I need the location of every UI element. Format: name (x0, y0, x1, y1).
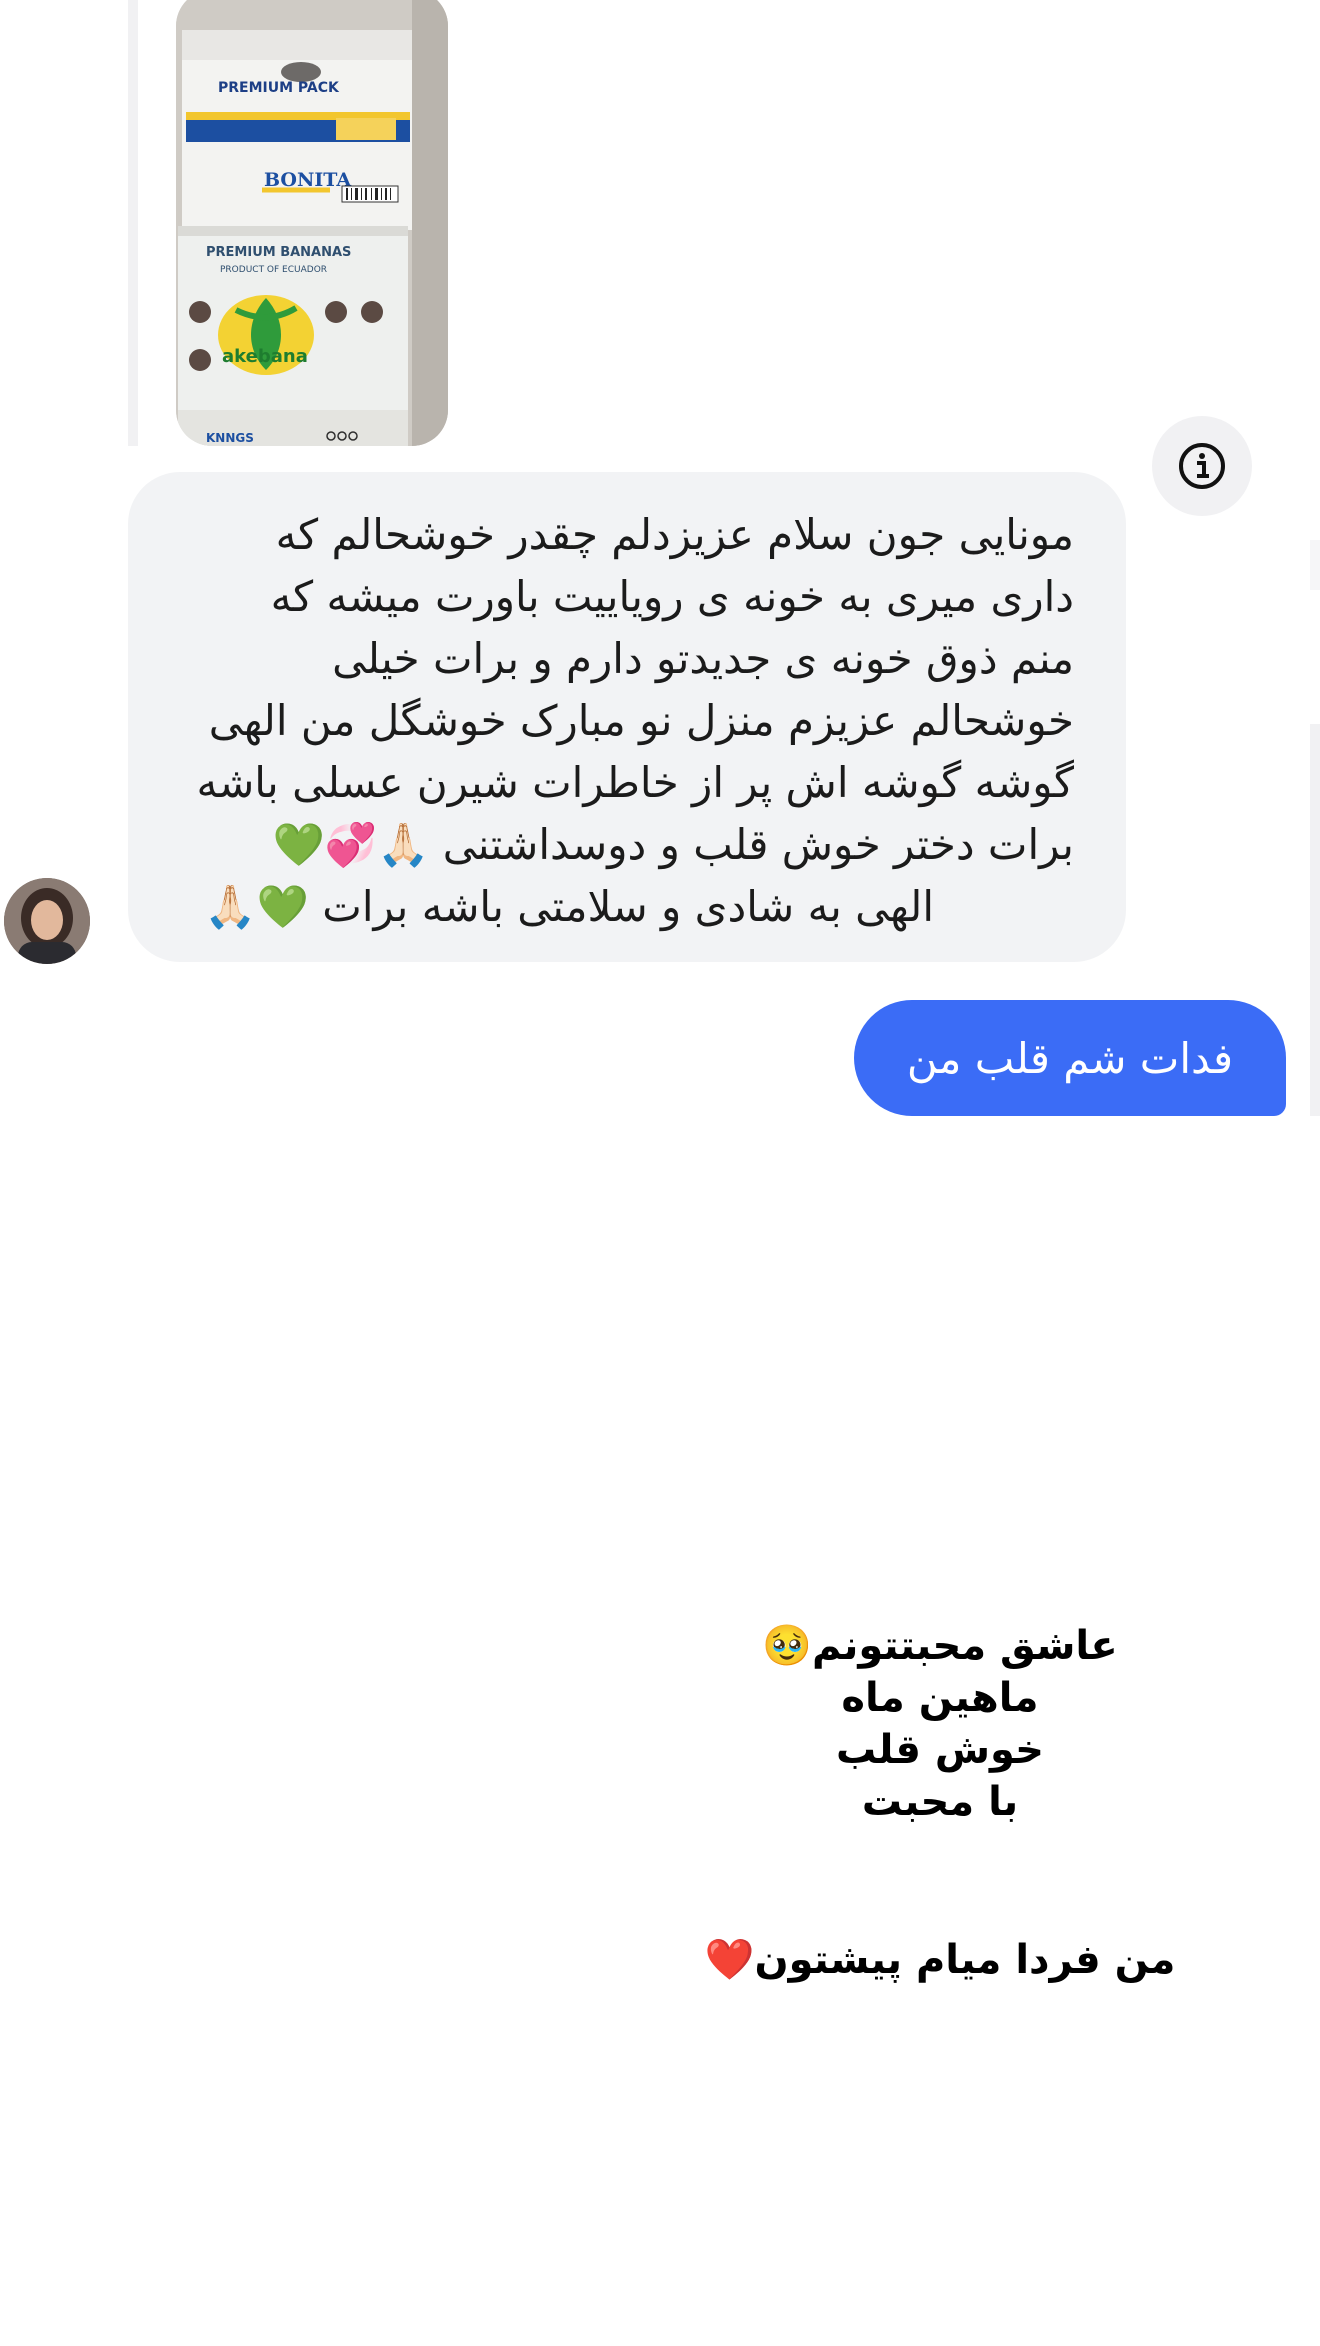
incoming-message-line: مونایی جون سلام عزیزدلم چقدر خوشحالم که (275, 510, 1074, 559)
story-line: عاشق محبتتونم🥹 (762, 1623, 1118, 1669)
story-text-bottom: من فردا میام پیشتون❤️ (700, 1936, 1180, 1983)
incoming-message-line: گوشه گوشه اش پر از خاطرات شیرن عسلی باشه (196, 758, 1074, 807)
incoming-message-line: داری میری به خونه ی رویاییت باورت میشه ک… (270, 572, 1074, 621)
info-icon (1179, 443, 1225, 489)
story-line: با محبت (861, 1779, 1019, 1825)
incoming-message-line: خوشحالم عزیزم منزل نو مبارک خوشگل من اله… (208, 696, 1074, 745)
outgoing-message-bubble[interactable]: فدات شم قلب من (854, 1000, 1286, 1116)
box-label-bottom-sub: PRODUCT OF ECUADOR (220, 265, 327, 275)
incoming-message-line: برات دختر خوش قلب و دوسداشتنی 🙏🏻💞💚 (272, 820, 1074, 869)
scroll-edge (1310, 724, 1320, 1116)
story-reply-screen: PREMIUM PACK BONITA PREMIUM BANANAS PROD… (0, 0, 1320, 2346)
box-label-top: PREMIUM PACK (218, 80, 340, 96)
scroll-edge (1310, 540, 1320, 590)
incoming-message-line: الهی به شادی و سلامتی باشه برات 💚🙏🏻 (204, 882, 934, 931)
story-line-bottom: من فردا میام پیشتون❤️ (704, 1937, 1176, 1983)
story-text: عاشق محبتتونم🥹 ماهین ماه خوش قلب با محبت (700, 1620, 1180, 1828)
avatar-image (4, 878, 90, 964)
info-button[interactable] (1152, 416, 1252, 516)
sender-avatar[interactable] (4, 878, 90, 964)
svg-text:KNNGS: KNNGS (206, 431, 254, 445)
banana-boxes-image: PREMIUM PACK BONITA PREMIUM BANANAS PROD… (176, 0, 448, 446)
thread-line (128, 0, 138, 446)
incoming-message-bubble[interactable]: مونایی جون سلام عزیزدلم چقدر خوشحالم که … (128, 472, 1126, 962)
brand-label-bottom: akebana (222, 346, 308, 367)
box-label-bottom: PREMIUM BANANAS (206, 245, 351, 260)
story-line: خوش قلب (836, 1727, 1044, 1773)
outgoing-message-text: فدات شم قلب من (906, 1033, 1234, 1083)
shared-photo[interactable]: PREMIUM PACK BONITA PREMIUM BANANAS PROD… (176, 0, 448, 446)
story-line: ماهین ماه (841, 1675, 1039, 1721)
incoming-message-line: منم ذوق خونه ی جدیدتو دارم و برات خیلی (332, 634, 1074, 683)
